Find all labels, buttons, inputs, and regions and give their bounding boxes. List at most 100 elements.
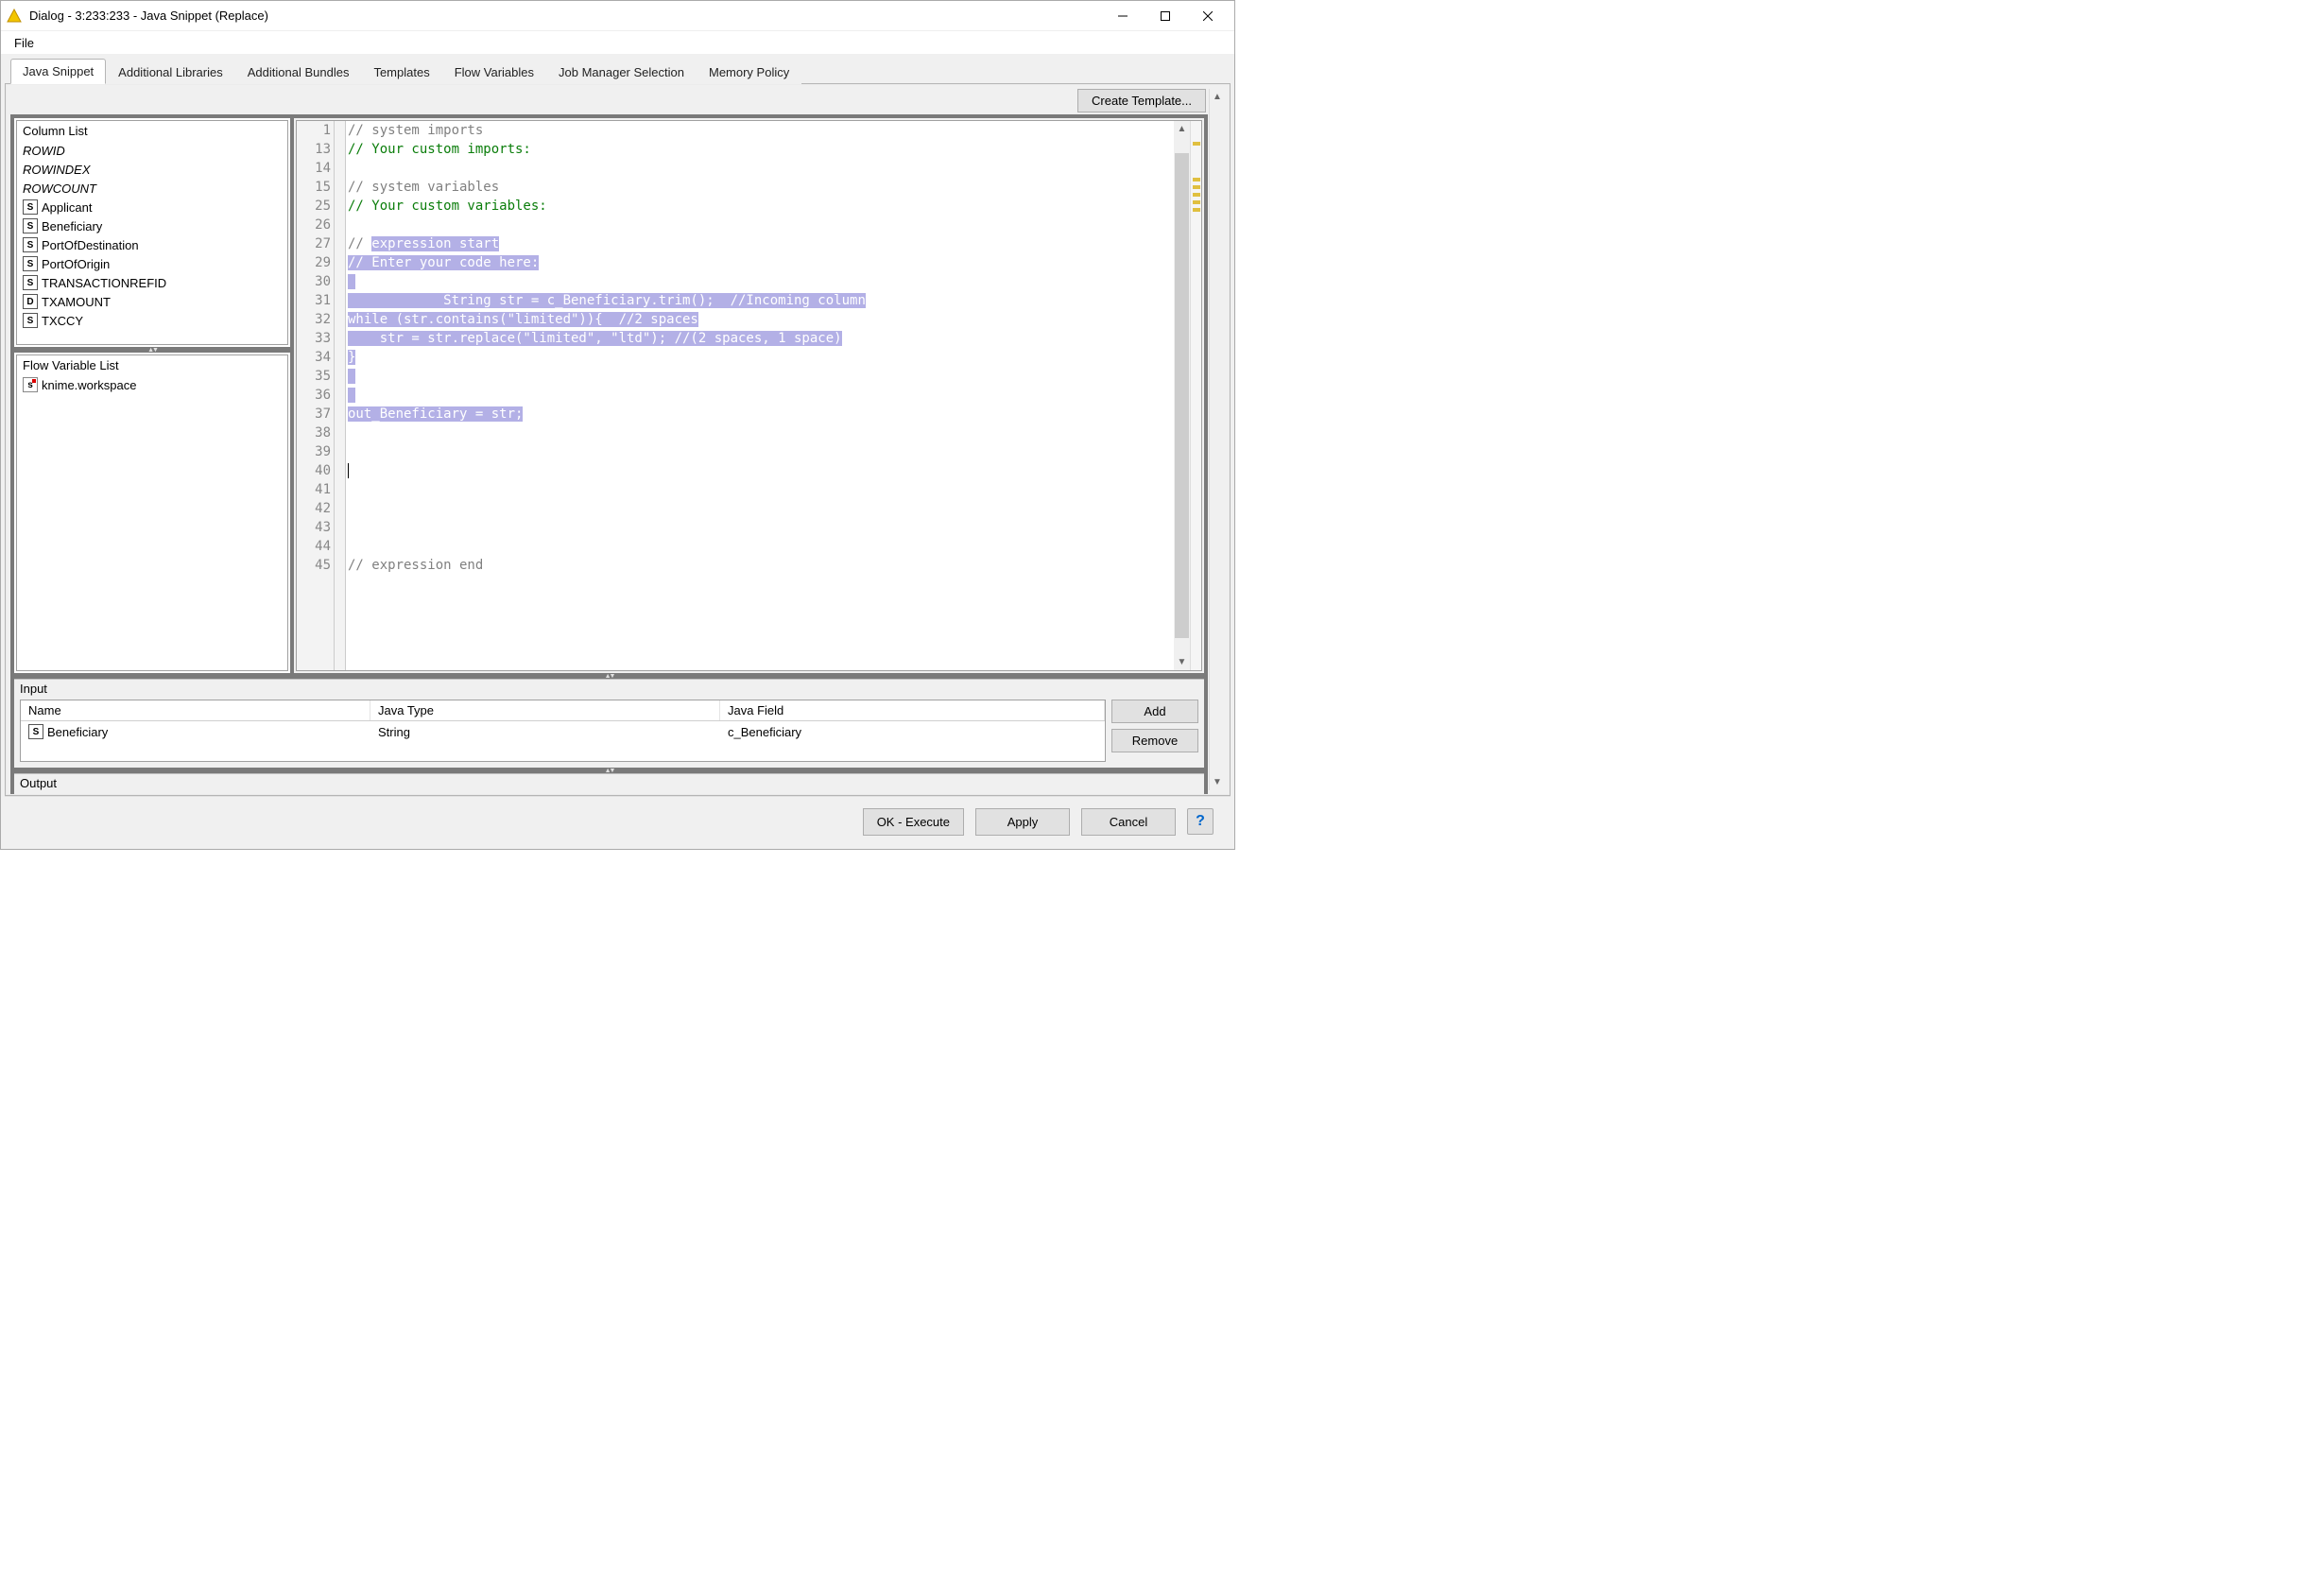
column-list-panel: Column List ROWIDROWINDEXROWCOUNTSApplic… [16, 120, 288, 345]
content-area: Java Snippet Additional Libraries Additi… [1, 54, 1234, 849]
code-body[interactable]: // system imports// Your custom imports:… [346, 121, 1174, 670]
code-editor[interactable]: 1131415252627293031323334353637383940414… [296, 120, 1202, 671]
main-split: Column List ROWIDROWINDEXROWCOUNTSApplic… [10, 114, 1208, 794]
type-badge-icon: S [23, 218, 38, 233]
flow-var-row[interactable]: s knime.workspace [17, 375, 287, 394]
type-badge-icon: S [23, 313, 38, 328]
column-list-fixed-row[interactable]: ROWINDEX [17, 160, 287, 179]
help-button[interactable]: ? [1187, 808, 1214, 835]
app-icon [7, 9, 22, 24]
input-table[interactable]: Name Java Type Java Field S Beneficiary St… [20, 700, 1106, 762]
flow-var-name: knime.workspace [42, 378, 136, 392]
input-table-header: Name Java Type Java Field [21, 700, 1105, 721]
marker [1193, 193, 1200, 197]
column-list-row[interactable]: D TXAMOUNT [17, 292, 287, 311]
column-list-header: Column List [17, 121, 287, 141]
type-badge-icon: D [23, 294, 38, 309]
marker [1193, 208, 1200, 212]
maximize-button[interactable] [1144, 2, 1186, 30]
marker [1193, 200, 1200, 204]
tabs-row: Java Snippet Additional Libraries Additi… [5, 58, 1231, 83]
code-gutter[interactable]: 1131415252627293031323334353637383940414… [297, 121, 335, 670]
side-column: Column List ROWIDROWINDEXROWCOUNTSApplic… [14, 118, 294, 673]
overview-ruler[interactable] [1190, 121, 1201, 670]
flow-var-icon: s [23, 377, 38, 392]
minimize-button[interactable] [1101, 2, 1144, 30]
input-section-header: Input [14, 680, 1204, 698]
dialog-window: Dialog - 3:233:233 - Java Snippet (Repla… [0, 0, 1235, 850]
flow-var-body[interactable]: s knime.workspace [17, 375, 287, 670]
column-list-row[interactable]: S TRANSACTIONREFID [17, 273, 287, 292]
column-list-body[interactable]: ROWIDROWINDEXROWCOUNTSApplicantSBenefici… [17, 141, 287, 344]
scroll-up-icon[interactable]: ▲ [1211, 89, 1225, 105]
marker [1193, 178, 1200, 181]
ok-execute-button[interactable]: OK - Execute [863, 808, 964, 836]
cancel-button[interactable]: Cancel [1081, 808, 1176, 836]
column-name: PortOfDestination [42, 238, 139, 252]
tab-additional-bundles[interactable]: Additional Bundles [235, 60, 362, 84]
pane-vertical-scrollbar[interactable]: ▲ ▼ [1209, 89, 1225, 790]
toolbar: Create Template... [7, 85, 1229, 114]
remove-button[interactable]: Remove [1111, 729, 1198, 752]
column-list-row[interactable]: SBeneficiary [17, 216, 287, 235]
column-name: TXAMOUNT [42, 295, 111, 309]
tab-flow-variables[interactable]: Flow Variables [442, 60, 546, 84]
create-template-button[interactable]: Create Template... [1077, 89, 1206, 112]
window-title: Dialog - 3:233:233 - Java Snippet (Repla… [29, 9, 1101, 23]
menu-file[interactable]: File [9, 34, 40, 52]
input-java-field: c_Beneficiary [720, 721, 1105, 742]
window-controls [1101, 2, 1229, 30]
column-list-row[interactable]: S Applicant [17, 198, 287, 216]
side-splitter[interactable] [14, 347, 290, 353]
scroll-thumb[interactable] [1175, 153, 1189, 638]
input-table-wrap: Name Java Type Java Field S Beneficiary St… [14, 698, 1204, 768]
column-list-fixed-row[interactable]: ROWID [17, 141, 287, 160]
flow-var-panel: Flow Variable List s knime.workspace [16, 354, 288, 671]
fold-strip[interactable] [335, 121, 346, 670]
input-java-type: String [370, 721, 720, 742]
marker [1193, 142, 1200, 146]
type-badge-icon: S [28, 724, 43, 739]
column-list-row[interactable]: S TXCCY [17, 311, 287, 330]
scroll-up-icon[interactable]: ▲ [1175, 121, 1189, 137]
input-buttons: Add Remove [1111, 700, 1198, 762]
input-rows: S Beneficiary Stringc_Beneficiary [21, 721, 1105, 742]
type-badge-icon: S [23, 237, 38, 252]
type-badge-icon: S [23, 256, 38, 271]
col-header-type[interactable]: Java Type [370, 700, 720, 720]
table-row[interactable]: S Beneficiary Stringc_Beneficiary [21, 721, 1105, 742]
menubar: File [1, 31, 1234, 54]
col-header-name[interactable]: Name [21, 700, 370, 720]
column-name: TRANSACTIONREFID [42, 276, 166, 290]
tab-memory-policy[interactable]: Memory Policy [697, 60, 801, 84]
column-name: Applicant [42, 200, 92, 215]
tab-additional-libraries[interactable]: Additional Libraries [106, 60, 235, 84]
type-badge-icon: S [23, 199, 38, 215]
scroll-down-icon[interactable]: ▼ [1175, 654, 1189, 670]
input-name: Beneficiary [47, 725, 108, 739]
flow-var-header: Flow Variable List [17, 355, 287, 375]
apply-button[interactable]: Apply [975, 808, 1070, 836]
close-button[interactable] [1186, 2, 1229, 30]
column-name: TXCCY [42, 314, 83, 328]
output-section: Output [14, 773, 1204, 794]
tab-templates[interactable]: Templates [361, 60, 441, 84]
column-list-fixed-row[interactable]: ROWCOUNT [17, 179, 287, 198]
add-button[interactable]: Add [1111, 700, 1198, 723]
scroll-down-icon[interactable]: ▼ [1211, 774, 1225, 790]
tab-java-snippet[interactable]: Java Snippet [10, 59, 106, 84]
tab-pane: Create Template... Column List ROWIDROWI… [5, 83, 1231, 796]
col-header-field[interactable]: Java Field [720, 700, 1105, 720]
column-list-row[interactable]: S PortOfOrigin [17, 254, 287, 273]
code-vertical-scrollbar[interactable]: ▲ ▼ [1174, 121, 1190, 670]
output-section-header: Output [14, 774, 1204, 792]
marker [1193, 185, 1200, 189]
column-list-row[interactable]: S PortOfDestination [17, 235, 287, 254]
tab-pane-inner: Create Template... Column List ROWIDROWI… [6, 84, 1230, 795]
type-badge-icon: S [23, 275, 38, 290]
column-name: PortOfOrigin [42, 257, 110, 271]
upper-row: Column List ROWIDROWINDEXROWCOUNTSApplic… [14, 118, 1204, 673]
input-section: Input Name Java Type Java Field S Benefic… [14, 679, 1204, 768]
footer-buttons: OK - Execute Apply Cancel ? [5, 796, 1231, 849]
tab-job-manager[interactable]: Job Manager Selection [546, 60, 697, 84]
